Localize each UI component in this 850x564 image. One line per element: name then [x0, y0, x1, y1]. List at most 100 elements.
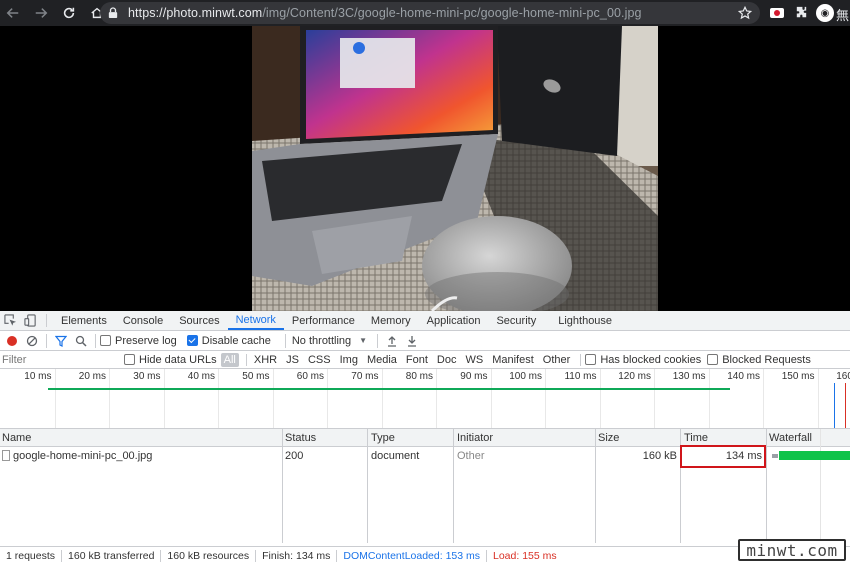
tab-network[interactable]: Network: [227, 311, 284, 330]
search-icon: [75, 335, 87, 347]
column-header-status[interactable]: Status: [285, 432, 316, 444]
column-header-type[interactable]: Type: [371, 432, 395, 444]
toolbar-divider: [377, 333, 379, 348]
overview-tick-label: 110 ms: [564, 371, 597, 382]
filter-input[interactable]: Filter: [0, 352, 124, 368]
filter-type-xhr[interactable]: XHR: [251, 353, 280, 367]
column-divider: [367, 429, 368, 543]
page-viewport: [0, 26, 850, 311]
tab-memory[interactable]: Memory: [363, 311, 419, 330]
blocked-requests-checkbox[interactable]: Blocked Requests: [707, 354, 811, 366]
overview-tick-label: 100 ms: [509, 371, 542, 382]
disable-cache-box[interactable]: [186, 335, 198, 346]
tab-application[interactable]: Application: [419, 311, 489, 330]
status-transferred: 160 kB transferred: [62, 549, 162, 562]
record-icon: [7, 335, 17, 346]
overview-request-bar: [48, 388, 731, 390]
filter-type-all[interactable]: All: [220, 352, 239, 367]
profile-avatar[interactable]: ◉: [816, 4, 834, 22]
bookmark-star-icon[interactable]: [737, 5, 753, 20]
has-blocked-cookies-checkbox[interactable]: Has blocked cookies: [585, 354, 701, 366]
filter-divider: [580, 353, 582, 366]
column-divider: [282, 429, 283, 543]
filter-toggle-button[interactable]: [51, 332, 71, 350]
filter-type-doc[interactable]: Doc: [434, 353, 460, 367]
throttling-value: No throttling: [291, 334, 352, 347]
request-type: document: [371, 450, 420, 462]
overview-tick-label: 20 ms: [78, 371, 106, 382]
filter-type-manifest[interactable]: Manifest: [489, 353, 537, 367]
status-dom-content-loaded: DOMContentLoaded: 153 ms: [337, 549, 487, 562]
filter-type-font[interactable]: Font: [403, 353, 431, 367]
column-divider: [766, 429, 767, 543]
profile-name: 無: [836, 8, 850, 23]
overview-tick-label: 160 ms: [836, 371, 850, 382]
extensions-puzzle-icon[interactable]: [794, 5, 810, 21]
browser-toolbar: https://photo.minwt.com/img/Content/3C/g…: [0, 0, 850, 26]
tab-console[interactable]: Console: [115, 311, 171, 330]
column-divider: [453, 429, 454, 543]
hide-data-urls-checkbox[interactable]: Hide data URLs: [124, 354, 217, 366]
column-header-size[interactable]: Size: [598, 432, 619, 444]
toolbar-divider: [95, 333, 96, 348]
overview-tick-label: 90 ms: [460, 371, 488, 382]
filter-type-js[interactable]: JS: [283, 353, 302, 367]
status-load: Load: 155 ms: [493, 549, 557, 562]
search-button[interactable]: [71, 332, 91, 350]
record-button[interactable]: [2, 332, 22, 350]
overview-tick-label: 30 ms: [133, 371, 161, 382]
import-har-button[interactable]: [382, 332, 402, 350]
lock-icon: [108, 6, 120, 20]
hide-data-urls-box[interactable]: [124, 354, 135, 365]
japan-flag-extension-icon[interactable]: [770, 8, 784, 18]
clear-button[interactable]: [22, 332, 42, 350]
filter-type-media[interactable]: Media: [364, 353, 400, 367]
tab-lighthouse[interactable]: Lighthouse: [550, 311, 620, 330]
column-header-initiator[interactable]: Initiator: [457, 432, 493, 444]
address-bar[interactable]: https://photo.minwt.com/img/Content/3C/g…: [100, 2, 760, 24]
document-file-icon: [2, 450, 10, 461]
tab-performance[interactable]: Performance: [284, 311, 363, 330]
url-path: /img/Content/3C/google-home-mini-pc/goog…: [262, 6, 642, 20]
overview-tick-label: 130 ms: [672, 371, 706, 382]
export-har-button[interactable]: [402, 332, 422, 350]
devtools-panel: Elements Console Sources Network Perform…: [0, 311, 850, 564]
request-name[interactable]: google-home-mini-pc_00.jpg: [13, 450, 152, 462]
column-header-waterfall[interactable]: Waterfall: [769, 432, 812, 444]
has-blocked-cookies-label: Has blocked cookies: [600, 353, 702, 366]
overview-tick-label: 60 ms: [296, 371, 324, 382]
status-finish: Finish: 134 ms: [256, 549, 338, 562]
filter-type-ws[interactable]: WS: [462, 353, 486, 367]
forward-icon[interactable]: [30, 2, 52, 24]
back-icon[interactable]: [2, 2, 24, 24]
overview-tick-label: 140 ms: [727, 371, 760, 382]
column-divider: [595, 429, 596, 543]
reload-icon[interactable]: [58, 2, 80, 24]
column-header-name[interactable]: Name: [2, 432, 31, 444]
column-header-time[interactable]: Time: [684, 432, 708, 444]
tab-elements[interactable]: Elements: [53, 311, 115, 330]
filter-type-img[interactable]: Img: [337, 353, 361, 367]
disable-cache-checkbox[interactable]: Disable cache: [186, 335, 271, 347]
status-requests: 1 requests: [0, 549, 63, 562]
network-filter-bar: Filter Hide data URLs All XHR JS CSS Img…: [0, 351, 850, 369]
blocked-requests-box[interactable]: [707, 354, 719, 365]
blocked-requests-label: Blocked Requests: [722, 353, 811, 366]
tab-security[interactable]: Security: [488, 311, 544, 330]
device-toolbar-icon[interactable]: [20, 311, 40, 330]
preserve-log-label: Preserve log: [115, 334, 177, 347]
throttling-select[interactable]: No throttling ▼: [292, 335, 367, 347]
inspect-element-icon[interactable]: [0, 311, 20, 330]
has-blocked-cookies-box[interactable]: [585, 354, 597, 365]
overview-tick-label: 70 ms: [351, 371, 379, 382]
filter-type-css[interactable]: CSS: [305, 353, 334, 367]
tab-sources[interactable]: Sources: [171, 311, 227, 330]
upload-icon: [388, 335, 397, 347]
network-overview-timeline[interactable]: 10 ms 20 ms 30 ms 40 ms 50 ms 60 ms 70 ms 80 ms…: [0, 369, 850, 429]
preserve-log-checkbox[interactable]: Preserve log: [100, 335, 177, 347]
request-status: 200: [285, 450, 304, 462]
preserve-log-box[interactable]: [100, 335, 111, 346]
status-resources: 160 kB resources: [161, 549, 257, 562]
tab-divider: [46, 314, 47, 327]
filter-type-other[interactable]: Other: [540, 353, 574, 367]
